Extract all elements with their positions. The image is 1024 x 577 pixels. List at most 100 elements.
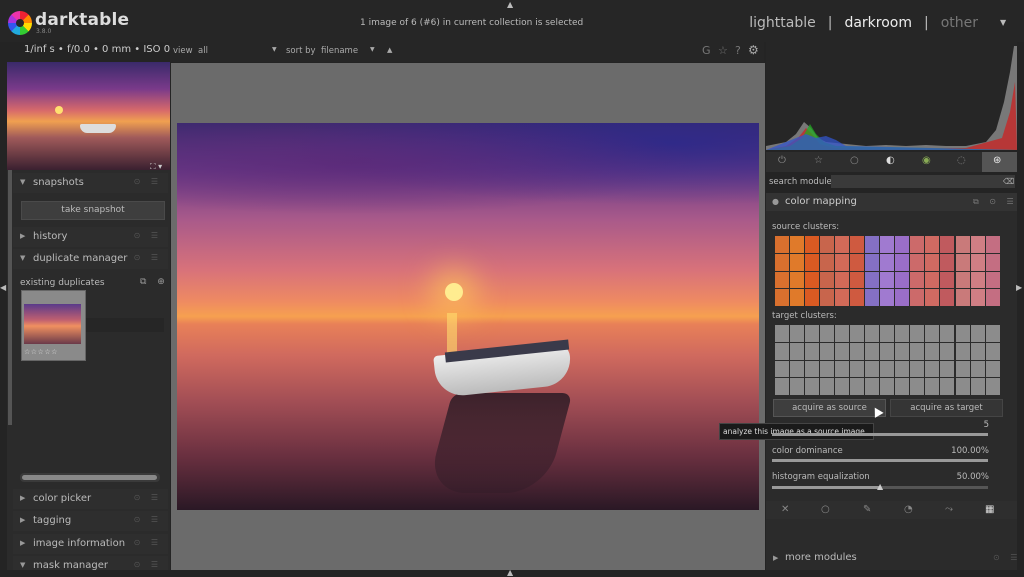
cluster-cell [910, 342, 924, 360]
cluster-cell [850, 325, 864, 342]
module-duplicate-manager[interactable]: ▼ duplicate manager ⊙ ☰ [13, 249, 168, 269]
module-reset-icon[interactable]: ⊙ ☰ [134, 538, 162, 547]
cluster-cell [956, 360, 970, 378]
module-power-icon[interactable]: ● [772, 197, 779, 206]
duplicate-rating-stars[interactable]: ☆☆☆☆☆ [24, 348, 58, 356]
module-reset-icon[interactable]: ⊙ ☰ [993, 553, 1021, 562]
module-color-picker[interactable]: ▶ color picker ⊙ ☰ [13, 489, 168, 509]
top-panel-toggle-icon[interactable]: ▲ [507, 0, 513, 9]
color-icon[interactable]: ◉ [922, 155, 931, 166]
module-reset-icon[interactable]: ⊙ ☰ [134, 231, 162, 240]
more-modules-label: more modules [785, 552, 857, 563]
acquire-as-source-button[interactable]: acquire as source [773, 399, 886, 417]
cluster-cell [940, 271, 954, 289]
blend-raster-icon[interactable]: ⤳ [945, 504, 953, 515]
color-cluster [956, 236, 1000, 306]
navigation-thumbnail[interactable] [7, 62, 170, 170]
cluster-cell [986, 271, 1000, 289]
module-history[interactable]: ▶ history ⊙ ☰ [13, 227, 168, 247]
color-cluster [775, 325, 819, 395]
power-icon[interactable]: ⏻ [778, 155, 786, 166]
cluster-cell [835, 378, 849, 395]
cluster-cell [971, 271, 985, 289]
blend-parametric-icon[interactable]: ◔ [904, 504, 913, 515]
module-header-icons[interactable]: ⧉ ⊙ ☰ [973, 197, 1018, 207]
sort-by-select[interactable]: filename [321, 46, 358, 56]
module-reset-icon[interactable]: ⊙ ☰ [134, 515, 162, 524]
thumbnail-boat [80, 124, 116, 133]
number-of-clusters-slider[interactable] [772, 433, 988, 436]
blend-drawn-mask-icon[interactable]: ✎ [863, 504, 871, 515]
main-image[interactable] [177, 123, 759, 510]
grouping-icon[interactable]: G [702, 44, 711, 57]
left-panel-scrollbar[interactable] [8, 170, 12, 425]
duplicate-actions-icon[interactable]: ⧉ ⊕ [140, 277, 169, 287]
search-module-input[interactable] [831, 175, 1015, 188]
cluster-cell [910, 253, 924, 271]
collapse-arrow-icon: ▼ [20, 178, 26, 186]
blend-uniform-icon[interactable]: ○ [821, 504, 830, 515]
help-icon[interactable]: ? [735, 44, 741, 57]
chevron-down-icon[interactable]: ▼ [370, 46, 375, 53]
cluster-cell [820, 360, 834, 378]
view-darkroom[interactable]: darkroom [844, 15, 912, 31]
cluster-cell [940, 289, 954, 306]
left-panel-toggle-icon[interactable]: ◀ [0, 283, 6, 292]
cluster-cell [971, 325, 985, 342]
circle-icon[interactable]: ○ [850, 155, 859, 166]
color-dominance-slider[interactable] [772, 459, 988, 462]
star-icon[interactable]: ☆ [814, 155, 823, 166]
cluster-cell [775, 325, 789, 342]
view-filter-select[interactable]: all [198, 46, 208, 56]
duplicate-version-field[interactable] [86, 318, 164, 332]
module-reset-icon[interactable]: ⊙ ☰ [134, 560, 162, 569]
tooltip: analyze this image as a source image [719, 423, 874, 440]
chevron-down-icon[interactable]: ▼ [272, 46, 277, 53]
clear-icon[interactable]: ⌫ [1003, 177, 1014, 186]
module-reset-icon[interactable]: ⊙ ☰ [134, 493, 162, 502]
zoom-fit-icon[interactable]: ⛶ ▾ [150, 162, 162, 172]
histogram[interactable] [766, 42, 1017, 150]
color-cluster [910, 236, 954, 306]
views-dropdown-icon[interactable]: ▼ [1000, 18, 1006, 27]
star-overlay-icon[interactable]: ☆ [718, 44, 728, 57]
collapse-arrow-icon: ▼ [20, 254, 26, 262]
right-panel-toggle-icon[interactable]: ▶ [1016, 283, 1022, 292]
cluster-cell [805, 378, 819, 395]
module-tagging[interactable]: ▶ tagging ⊙ ☰ [13, 511, 168, 531]
module-reset-icon[interactable]: ⊙ ☰ [134, 253, 162, 262]
cluster-cell [895, 360, 909, 378]
cluster-cell [880, 360, 894, 378]
cluster-cell [790, 271, 804, 289]
view-lighttable[interactable]: lighttable [749, 15, 816, 31]
module-reset-icon[interactable]: ⊙ ☰ [134, 177, 162, 186]
blend-modes-bar [766, 501, 1017, 519]
tone-icon[interactable]: ◐ [886, 155, 895, 166]
module-image-information[interactable]: ▶ image information ⊙ ☰ [13, 534, 168, 554]
blend-off-icon[interactable]: ✕ [781, 504, 789, 515]
cluster-cell [835, 271, 849, 289]
cluster-cell [820, 342, 834, 360]
cluster-cell [805, 360, 819, 378]
cluster-cell [895, 289, 909, 306]
correct-icon[interactable]: ◌ [957, 155, 966, 166]
view-other[interactable]: other [941, 15, 978, 31]
effects-icon[interactable]: ⊛ [993, 155, 1001, 166]
slider-handle-icon[interactable]: ▲ [877, 482, 883, 491]
module-label: color picker [33, 493, 92, 504]
horizontal-scrollbar[interactable] [22, 475, 157, 480]
module-snapshots[interactable]: ▼ snapshots ⊙ ☰ [13, 173, 168, 193]
sort-order-icon[interactable]: ▲ [387, 46, 392, 54]
cluster-cell [986, 253, 1000, 271]
take-snapshot-button[interactable]: take snapshot [21, 201, 165, 220]
image-boat-reflection [425, 393, 573, 493]
module-mask-manager[interactable]: ▼ mask manager ⊙ ☰ [13, 556, 168, 570]
gear-icon[interactable]: ⚙ [748, 43, 759, 57]
cluster-cell [880, 253, 894, 271]
slider-label: histogram equalization [772, 472, 870, 482]
cluster-cell [971, 236, 985, 253]
cluster-cell [895, 378, 909, 395]
blend-drawn-parametric-icon[interactable]: ▦ [985, 504, 994, 515]
cluster-cell [895, 236, 909, 253]
acquire-as-target-button[interactable]: acquire as target [890, 399, 1003, 417]
